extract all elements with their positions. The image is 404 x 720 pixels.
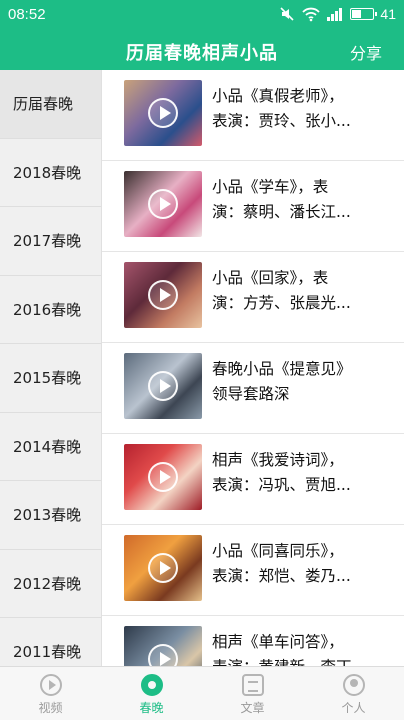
video-title[interactable]: 小品《真假老师》， 表演：贾玲、张小... [212,84,398,136]
list-item[interactable]: 小品《回家》，表 演：方芳、张晨光... [102,252,404,343]
list-item[interactable]: 小品《学车》，表 演：蔡明、潘长江... [102,161,404,252]
tab-label: 个人 [341,701,366,715]
tab-person[interactable]: 个人 [303,667,404,720]
video-thumbnail[interactable] [124,353,202,419]
list-item[interactable]: 春晚小品《提意见》 领导套路深 [102,343,404,434]
person-icon [342,674,365,696]
video-title[interactable]: 小品《同喜同乐》， 表演：郑恺、娄乃... [212,539,398,591]
video-thumbnail[interactable] [124,535,202,601]
status-icons: 41 [278,5,396,23]
video-thumbnail[interactable] [124,80,202,146]
sidebar-item-2013[interactable]: 2013春晚 [0,481,101,550]
status-bar: 08:52 41 [0,0,404,30]
video-title[interactable]: 春晚小品《提意见》 领导套路深 [212,357,398,409]
sidebar-item-2015[interactable]: 2015春晚 [0,344,101,413]
list-item[interactable]: 相声《单车问答》， 表演：黄建新、李丁... [102,616,404,666]
article-icon [241,674,264,696]
sidebar-item-all[interactable]: 历届春晚 [0,70,101,139]
list-item[interactable]: 小品《真假老师》， 表演：贾玲、张小... [102,70,404,161]
video-thumbnail[interactable] [124,171,202,237]
video-list: 小品《真假老师》， 表演：贾玲、张小... 小品《学车》，表 演：蔡明、潘长江.… [102,70,404,666]
video-title[interactable]: 小品《回家》，表 演：方芳、张晨光... [212,266,398,318]
battery-level: 41 [380,6,396,22]
video-thumbnail[interactable] [124,444,202,510]
video-thumbnail[interactable] [124,626,202,666]
play-icon[interactable] [148,280,178,310]
video-title[interactable]: 相声《单车问答》， 表演：黄建新、李丁... [212,630,398,666]
tab-article[interactable]: 文章 [202,667,303,720]
tab-label: 春晚 [139,701,164,715]
status-time: 08:52 [8,6,46,23]
video-title[interactable]: 小品《学车》，表 演：蔡明、潘长江... [212,175,398,227]
play-icon[interactable] [148,189,178,219]
signal-icon [326,5,344,23]
video-thumbnail[interactable] [124,262,202,328]
gala-icon [140,674,163,696]
play-icon[interactable] [148,553,178,583]
play-icon[interactable] [148,462,178,492]
sidebar-item-2016[interactable]: 2016春晚 [0,276,101,344]
tab-label: 文章 [240,701,265,715]
bottom-tab-bar: 视频 春晚 文章 个人 [0,666,404,720]
battery-icon [350,8,378,20]
year-sidebar: 历届春晚 2018春晚 2017春晚 2016春晚 2015春晚 2014春晚 … [0,70,102,666]
tab-gala[interactable]: 春晚 [101,667,202,720]
list-item[interactable]: 相声《我爱诗词》， 表演：冯巩、贾旭... [102,434,404,525]
sidebar-item-2011[interactable]: 2011春晚 [0,618,101,666]
video-icon [39,674,62,696]
play-icon[interactable] [148,371,178,401]
tab-video[interactable]: 视频 [0,667,101,720]
sidebar-item-2018[interactable]: 2018春晚 [0,139,101,207]
share-button[interactable]: 分享 [350,40,382,64]
sidebar-item-2014[interactable]: 2014春晚 [0,413,101,481]
list-item[interactable]: 小品《同喜同乐》， 表演：郑恺、娄乃... [102,525,404,616]
title-bar: 历届春晚相声小品 分享 [0,30,404,70]
play-icon[interactable] [148,98,178,128]
sidebar-item-2017[interactable]: 2017春晚 [0,207,101,276]
page-title: 历届春晚相声小品 [126,43,278,64]
sidebar-item-2012[interactable]: 2012春晚 [0,550,101,618]
wifi-icon [302,5,321,23]
tab-label: 视频 [38,701,63,715]
video-title[interactable]: 相声《我爱诗词》， 表演：冯巩、贾旭... [212,448,398,500]
play-icon[interactable] [148,644,178,666]
mute-icon [278,5,296,23]
